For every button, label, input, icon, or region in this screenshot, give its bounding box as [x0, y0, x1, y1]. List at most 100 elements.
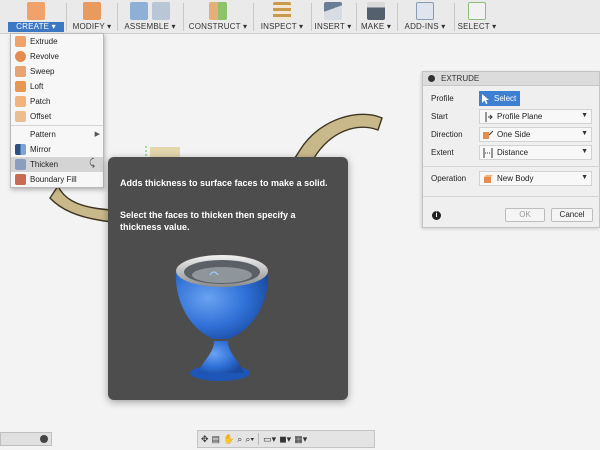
extrude-dialog: EXTRUDE Profile Select Start Profile Pla…	[422, 71, 600, 228]
submenu-arrow-icon: ▶	[94, 131, 100, 138]
assemble-icon	[130, 2, 148, 20]
menu-item-patch[interactable]: Patch	[11, 94, 103, 109]
create-icon	[27, 2, 45, 20]
chevron-down-icon: ▼	[581, 130, 588, 137]
operation-value: New Body	[497, 174, 534, 183]
construct-menu-button[interactable]: CONSTRUCT ▾	[184, 0, 252, 34]
make-menu-button[interactable]: MAKE ▾	[357, 0, 395, 34]
direction-row: Direction One Side ▼	[423, 127, 600, 143]
extrude-icon	[15, 36, 26, 47]
insert-menu-button[interactable]: INSERT ▾	[312, 0, 354, 34]
direction-label: Direction	[431, 130, 463, 139]
profile-select-button[interactable]: Select	[479, 91, 520, 106]
menu-item-boundary-fill[interactable]: Boundary Fill	[11, 172, 103, 187]
collapse-icon[interactable]	[428, 75, 435, 82]
extent-value: Distance	[497, 148, 529, 157]
look-at-icon[interactable]: ▤	[212, 434, 221, 445]
make-icon	[367, 2, 385, 20]
revolve-icon	[15, 51, 26, 62]
menu-item-revolve[interactable]: Revolve	[11, 49, 103, 64]
visual-style-icon[interactable]: ◼▾	[279, 434, 291, 445]
start-value: Profile Plane	[497, 112, 543, 121]
menu-item-label: Thicken	[30, 160, 59, 169]
panel-divider	[423, 166, 600, 167]
menu-item-thicken[interactable]: Thicken ⤹	[11, 157, 103, 172]
select-label: SELECT ▾	[457, 22, 497, 31]
grid-settings-icon[interactable]: ▦▾	[294, 434, 307, 445]
create-menu-button[interactable]: CREATE ▾	[8, 0, 64, 34]
extent-dropdown[interactable]: Distance ▼	[479, 145, 592, 160]
orbit-icon[interactable]: ✥	[201, 434, 209, 445]
display-settings-icon[interactable]: ▭▾	[263, 434, 276, 445]
operation-dropdown[interactable]: New Body ▼	[479, 171, 592, 186]
assemble-menu-button[interactable]: ASSEMBLE ▾	[118, 0, 182, 34]
menu-item-sweep[interactable]: Sweep	[11, 64, 103, 79]
pan-icon[interactable]: ✋	[223, 434, 234, 445]
toolbar-divider	[258, 433, 260, 445]
cancel-button[interactable]: Cancel	[551, 208, 593, 222]
chevron-down-icon: ▼	[581, 148, 588, 155]
operation-row: Operation New Body ▼	[423, 171, 600, 187]
navigation-toolbar: ✥ ▤ ✋ ⌕ ⌕▾ ▭▾ ◼▾ ▦▾	[197, 430, 375, 448]
add-ins-icon	[416, 2, 434, 20]
thicken-example-image	[175, 255, 269, 381]
menu-item-mirror[interactable]: Mirror	[11, 142, 103, 157]
patch-icon	[15, 96, 26, 107]
menu-item-label: Offset	[30, 112, 52, 121]
menu-item-label: Pattern	[30, 130, 56, 139]
inspect-icon	[273, 2, 291, 20]
menu-item-label: Revolve	[30, 52, 59, 61]
add-ins-label: ADD-INS ▾	[404, 22, 446, 31]
operation-label: Operation	[431, 174, 467, 183]
menu-item-label: Loft	[30, 82, 44, 91]
zoom-window-icon[interactable]: ⌕▾	[245, 434, 254, 445]
menu-item-offset[interactable]: Offset	[11, 109, 103, 124]
profile-label: Profile	[431, 94, 454, 103]
select-menu-button[interactable]: SELECT ▾	[456, 0, 498, 34]
menu-item-loft[interactable]: Loft	[11, 79, 103, 94]
direction-dropdown[interactable]: One Side ▼	[479, 127, 592, 142]
panel-divider	[423, 196, 600, 197]
new-body-icon	[484, 174, 493, 183]
profile-row: Profile Select	[423, 91, 600, 107]
arrow-cursor-icon	[482, 93, 489, 104]
insert-image-icon	[324, 2, 342, 20]
add-ins-menu-button[interactable]: ADD-INS ▾	[398, 0, 452, 34]
info-icon[interactable]: i	[432, 211, 441, 220]
construct-icon	[209, 2, 227, 20]
create-dropdown-menu: Extrude Revolve Sweep Loft Patch Offset …	[10, 33, 104, 188]
collapse-toggle-icon[interactable]	[40, 435, 48, 443]
distance-icon	[483, 147, 493, 158]
mirror-icon	[15, 144, 26, 155]
modify-icon	[83, 2, 101, 20]
menu-divider	[11, 125, 103, 126]
insert-label: INSERT ▾	[314, 22, 352, 31]
sweep-icon	[15, 66, 26, 77]
start-dropdown[interactable]: Profile Plane ▼	[479, 109, 592, 124]
inspect-label: INSPECT ▾	[260, 22, 304, 31]
inspect-menu-button[interactable]: INSPECT ▾	[254, 0, 310, 34]
menu-item-label: Extrude	[30, 37, 58, 46]
browser-collapse-bar[interactable]	[0, 432, 52, 446]
menu-item-extrude[interactable]: Extrude	[11, 34, 103, 49]
thicken-icon	[15, 159, 26, 170]
tooltip-description: Adds thickness to surface faces to make …	[120, 178, 328, 188]
create-label: CREATE ▾	[8, 22, 64, 32]
extrude-dialog-header[interactable]: EXTRUDE	[423, 72, 599, 86]
toolbar-divider	[454, 3, 455, 31]
profile-select-label: Select	[494, 94, 517, 103]
zoom-icon[interactable]: ⌕	[237, 434, 242, 445]
menu-item-pattern[interactable]: Pattern ▶	[11, 127, 103, 142]
select-icon	[468, 2, 486, 20]
loft-icon	[15, 81, 26, 92]
start-label: Start	[431, 112, 448, 121]
modify-label: MODIFY ▾	[72, 22, 112, 31]
modify-menu-button[interactable]: MODIFY ▾	[68, 0, 116, 34]
menu-item-label: Patch	[30, 97, 51, 106]
menu-item-label: Boundary Fill	[30, 175, 77, 184]
boundary-fill-icon	[15, 174, 26, 185]
profile-plane-icon	[485, 111, 493, 122]
toolbar-divider	[66, 3, 67, 31]
ok-button[interactable]: OK	[505, 208, 545, 222]
chevron-down-icon: ▼	[581, 112, 588, 119]
